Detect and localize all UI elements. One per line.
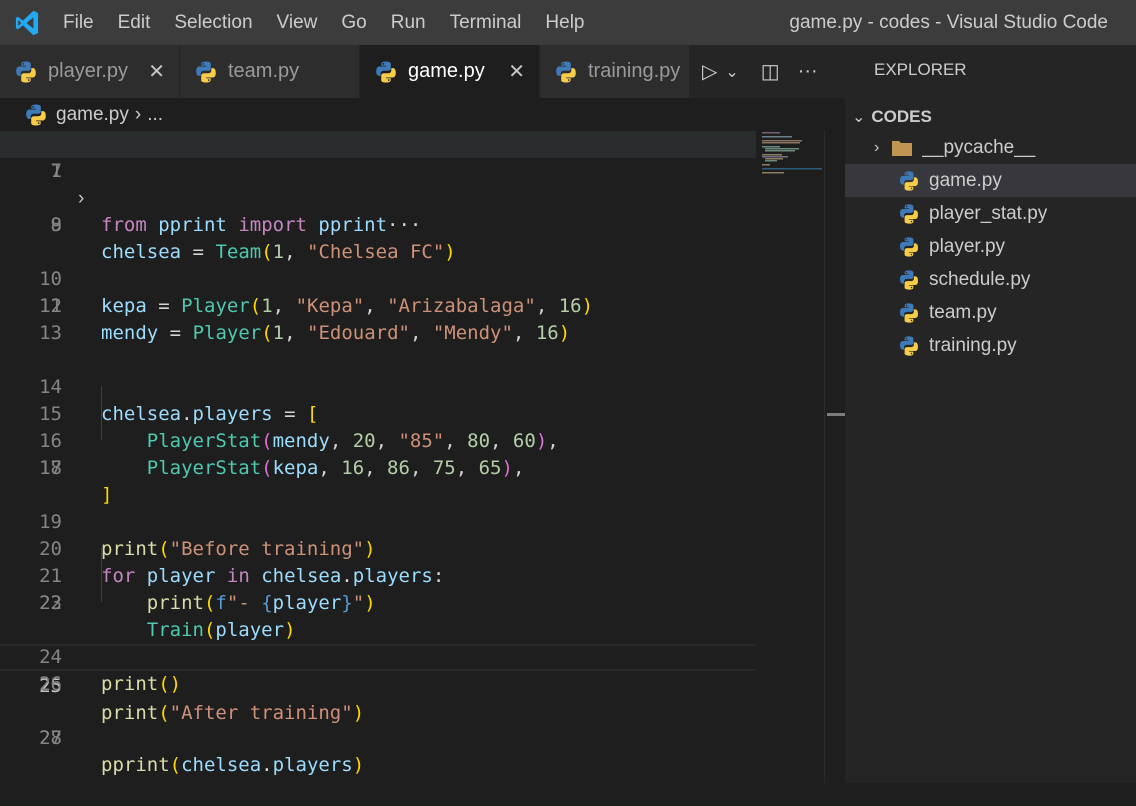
code-line[interactable]: 17 ] xyxy=(0,428,756,506)
code-line[interactable]: 11 mendy = Player(1, "Edouard", "Mendy",… xyxy=(0,266,756,344)
file-label: game.py xyxy=(929,169,1002,191)
window-title: game.py - codes - Visual Studio Code xyxy=(789,12,1108,33)
code-line-current[interactable]: 25 print("After training") xyxy=(0,644,756,724)
chevron-down-icon: ⌄ xyxy=(852,109,866,126)
menu-bar: File Edit Selection View Go Run Terminal… xyxy=(51,0,597,45)
file-item-player-stat-py[interactable]: player_stat.py xyxy=(845,197,1136,230)
code-line[interactable]: 26 xyxy=(0,671,756,698)
menu-go[interactable]: Go xyxy=(329,0,378,45)
line-number: 26 xyxy=(39,673,62,695)
tab-label: team.py xyxy=(228,60,300,82)
vertical-scrollbar[interactable] xyxy=(824,130,846,783)
code-line[interactable]: 1 › from pprint import pprint··· xyxy=(0,131,756,236)
menu-terminal[interactable]: Terminal xyxy=(438,0,534,45)
code-text: pprint(chelsea.players) xyxy=(101,754,365,776)
file-item-schedule-py[interactable]: schedule.py xyxy=(845,263,1136,296)
python-file-icon xyxy=(898,269,920,291)
python-file-icon xyxy=(24,103,48,127)
file-label: player_stat.py xyxy=(929,202,1048,224)
line-number: 7 xyxy=(50,160,62,182)
python-file-icon xyxy=(374,60,398,84)
code-line[interactable]: 24 print() xyxy=(0,617,756,695)
code-line[interactable]: 7 xyxy=(0,158,756,185)
python-file-icon xyxy=(898,335,920,357)
python-file-icon xyxy=(194,60,218,84)
close-icon[interactable]: ✕ xyxy=(148,59,165,84)
menu-view[interactable]: View xyxy=(265,0,330,45)
code-line[interactable]: 22 Train(player) xyxy=(0,563,756,641)
editor-actions: ▷ ⌄ ◫ ··· xyxy=(690,45,845,98)
code-line[interactable]: 27 pprint(chelsea.players) xyxy=(0,698,756,776)
file-label: player.py xyxy=(929,235,1006,257)
chevron-right-icon: › xyxy=(874,138,880,156)
breadcrumb-file[interactable]: game.py xyxy=(56,104,129,126)
more-actions-icon[interactable]: ··· xyxy=(798,60,818,83)
code-line[interactable]: 16 PlayerStat(kepa, 16, 86, 75, 65), xyxy=(0,401,756,479)
python-file-icon xyxy=(898,170,920,192)
code-line[interactable]: 14 chelsea.players = [ xyxy=(0,347,756,425)
code-line[interactable]: 19 print("Before training") xyxy=(0,482,756,560)
tab-training-py[interactable]: training.py xyxy=(540,45,690,98)
folder-icon xyxy=(892,140,913,156)
code-line[interactable]: 10 kepa = Player(1, "Kepa", "Arizabalaga… xyxy=(0,239,756,317)
tab-player-py[interactable]: player.py ✕ xyxy=(0,45,180,98)
split-editor-icon[interactable]: ◫ xyxy=(761,59,780,84)
code-line[interactable]: 15 PlayerStat(mendy, 20, "85", 80, 60), xyxy=(0,374,756,452)
line-number: 12 xyxy=(39,295,62,317)
tab-label: game.py xyxy=(408,60,485,82)
chevron-down-icon[interactable]: ⌄ xyxy=(725,62,738,82)
tab-label: training.py xyxy=(588,60,681,82)
line-number: 13 xyxy=(39,322,62,344)
tab-label: player.py xyxy=(48,60,129,82)
file-item-game-py[interactable]: game.py xyxy=(845,164,1136,197)
python-file-icon xyxy=(898,302,920,324)
code-line[interactable]: 20 for player in chelsea.players: xyxy=(0,509,756,587)
run-icon[interactable]: ▷ xyxy=(702,59,717,84)
python-file-icon xyxy=(554,60,578,84)
menu-selection[interactable]: Selection xyxy=(162,0,264,45)
file-item-player-py[interactable]: player.py xyxy=(845,230,1136,263)
code-line[interactable]: 9 xyxy=(0,212,756,239)
menu-help[interactable]: Help xyxy=(533,0,596,45)
scroll-position-marker xyxy=(827,413,845,416)
menu-file[interactable]: File xyxy=(51,0,106,45)
code-line[interactable]: 18 xyxy=(0,455,756,482)
file-label: training.py xyxy=(929,334,1017,356)
menu-run[interactable]: Run xyxy=(379,0,438,45)
title-bar: File Edit Selection View Go Run Terminal… xyxy=(0,0,1136,45)
minimap[interactable] xyxy=(762,132,824,182)
workspace-section-header[interactable]: ⌄ CODES xyxy=(845,103,1136,131)
code-line[interactable]: 13 xyxy=(0,320,756,347)
code-line[interactable]: 23 xyxy=(0,590,756,617)
tab-team-py[interactable]: team.py xyxy=(180,45,360,98)
explorer-title: EXPLORER xyxy=(874,60,967,79)
code-line[interactable]: 12 xyxy=(0,293,756,320)
file-label: schedule.py xyxy=(929,268,1031,290)
breadcrumb-more[interactable]: ... xyxy=(147,104,163,126)
breadcrumb-separator: › xyxy=(134,104,142,125)
line-number: 9 xyxy=(50,214,62,236)
python-file-icon xyxy=(898,203,920,225)
vscode-logo-icon xyxy=(15,10,39,35)
file-item-team-py[interactable]: team.py xyxy=(845,296,1136,329)
workspace-name: CODES xyxy=(871,107,932,126)
code-line[interactable]: 28 xyxy=(0,725,756,752)
folder-pycache[interactable]: › __pycache__ xyxy=(845,131,1136,164)
file-item-training-py[interactable]: training.py xyxy=(845,329,1136,362)
breadcrumb: game.py › ... xyxy=(0,98,845,132)
line-number: 23 xyxy=(39,592,62,614)
file-label: team.py xyxy=(929,301,997,323)
code-line[interactable]: 21 print(f"- {player}") xyxy=(0,536,756,614)
line-number: 18 xyxy=(39,457,62,479)
menu-edit[interactable]: Edit xyxy=(106,0,163,45)
explorer-sidebar: EXPLORER ⌄ CODES › __pycache__ game.py p… xyxy=(845,45,1136,783)
folder-label: __pycache__ xyxy=(922,136,1036,158)
close-icon[interactable]: ✕ xyxy=(508,59,525,84)
line-number: 28 xyxy=(39,727,62,749)
tab-game-py[interactable]: game.py ✕ xyxy=(360,45,540,98)
code-line[interactable]: 8 chelsea = Team(1, "Chelsea FC") xyxy=(0,185,756,263)
code-editor[interactable]: 1 › from pprint import pprint··· 7 8 che… xyxy=(0,130,845,783)
python-file-icon xyxy=(14,60,38,84)
python-file-icon xyxy=(898,236,920,258)
